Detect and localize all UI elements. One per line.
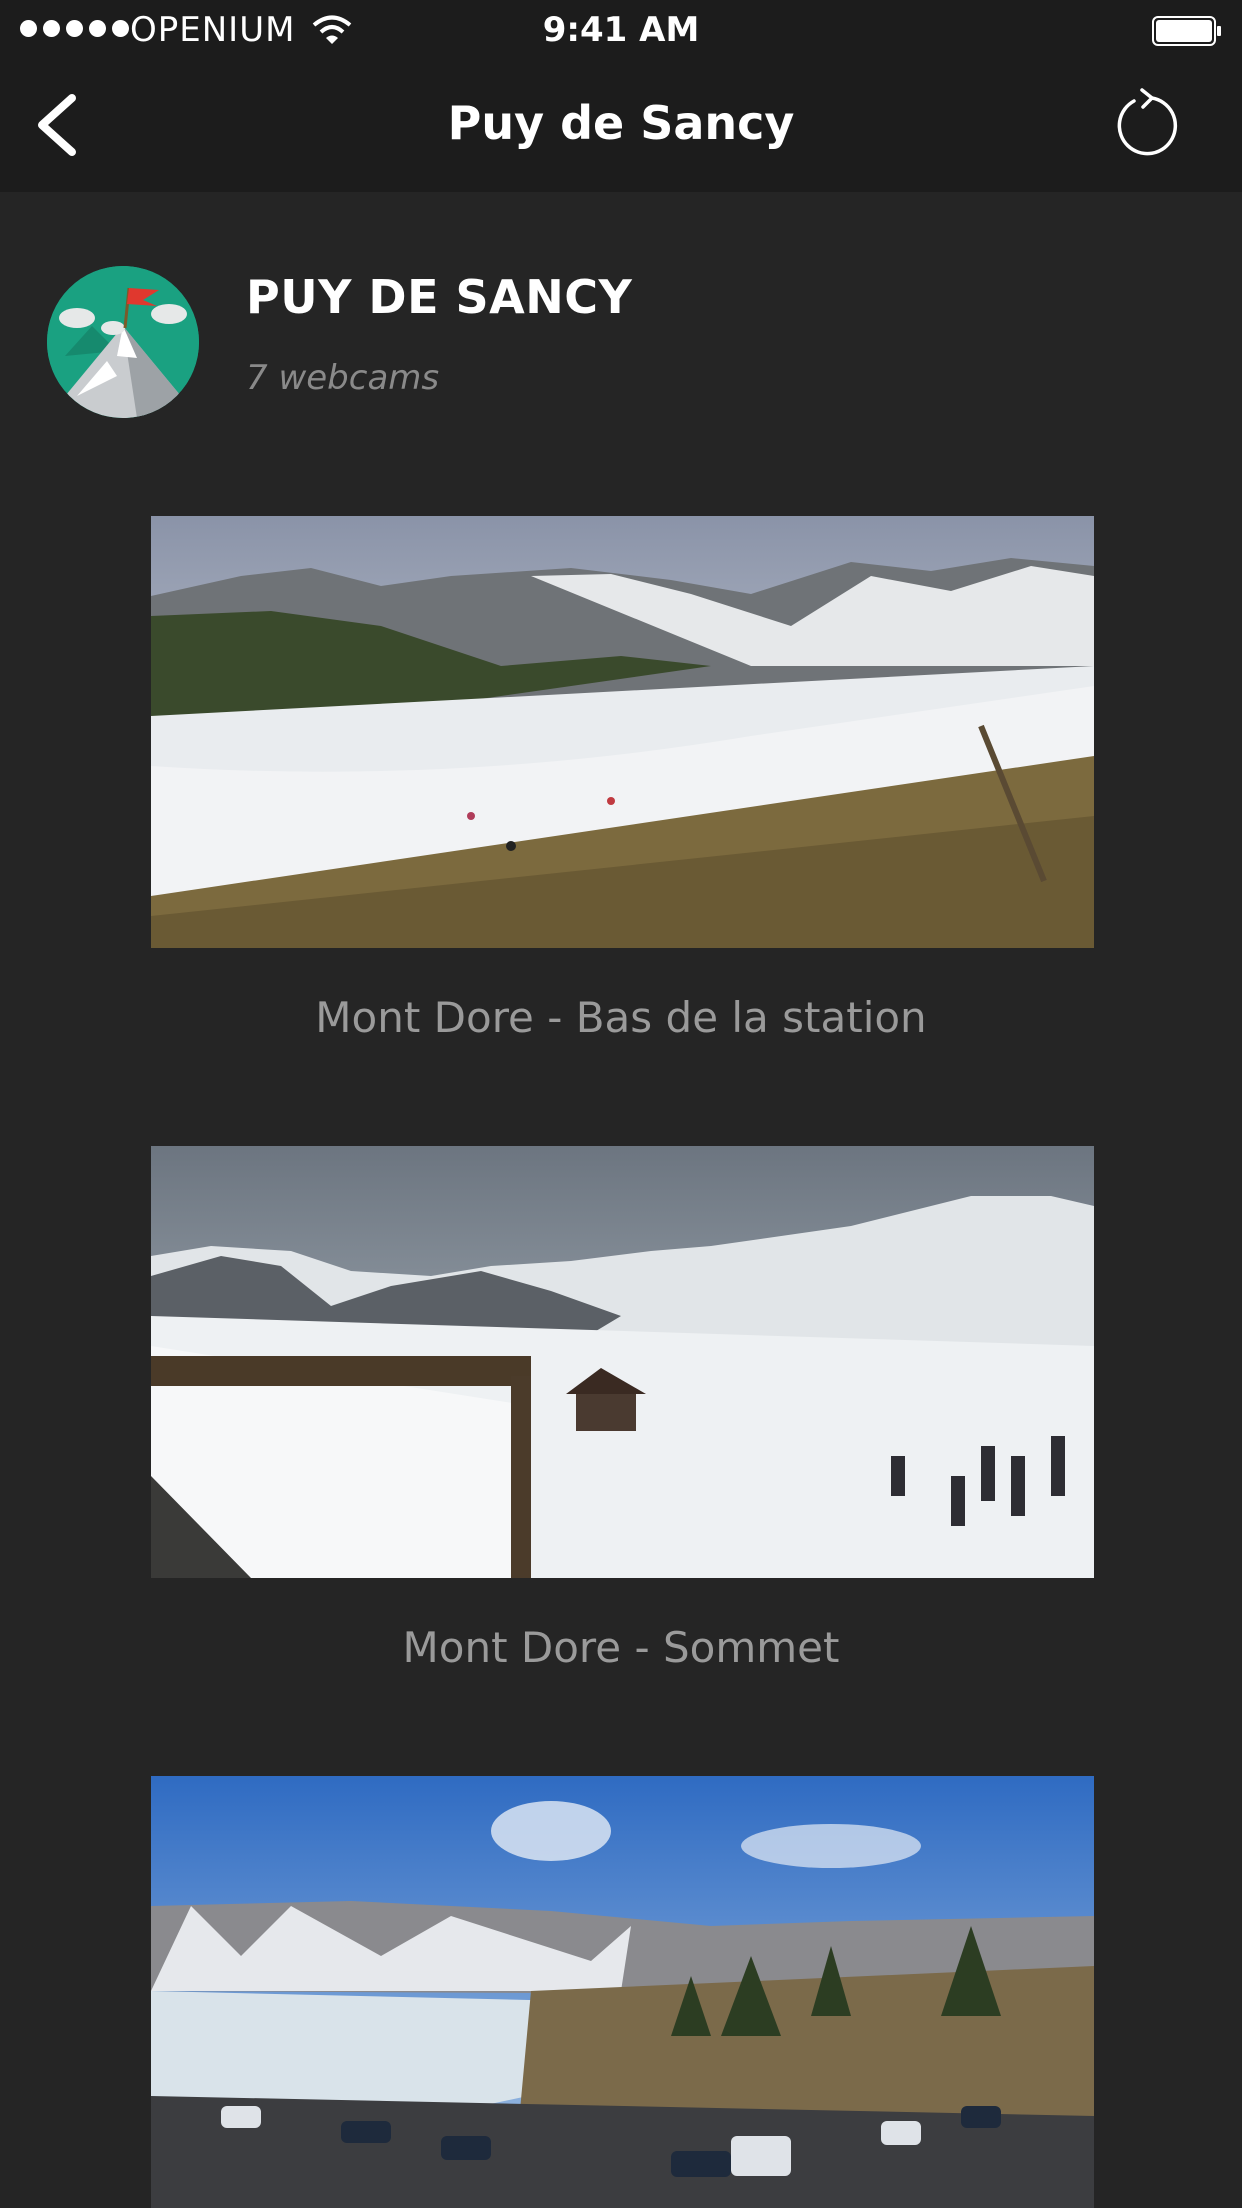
- clock: 9:41 AM: [542, 10, 700, 50]
- status-bar: OPENIUM 9:41 AM: [0, 0, 1242, 60]
- webcam-image-sommet[interactable]: [151, 1146, 1094, 1578]
- resort-name: PUY DE SANCY: [246, 270, 633, 324]
- webcam-image-bas-de-la-station[interactable]: [151, 516, 1094, 948]
- webcam-image-lake[interactable]: [151, 1776, 1094, 2208]
- navigation-bar: Puy de Sancy: [0, 60, 1242, 192]
- webcam-label[interactable]: Mont Dore - Sommet: [0, 1623, 1242, 1672]
- webcam-count: 7 webcams: [246, 358, 440, 398]
- resort-logo-mountain-flag-icon: [47, 266, 199, 418]
- battery-icon: [1152, 16, 1221, 46]
- page-title: Puy de Sancy: [447, 96, 795, 150]
- refresh-icon[interactable]: [1112, 86, 1182, 160]
- webcam-label[interactable]: Mont Dore - Bas de la station: [0, 993, 1242, 1042]
